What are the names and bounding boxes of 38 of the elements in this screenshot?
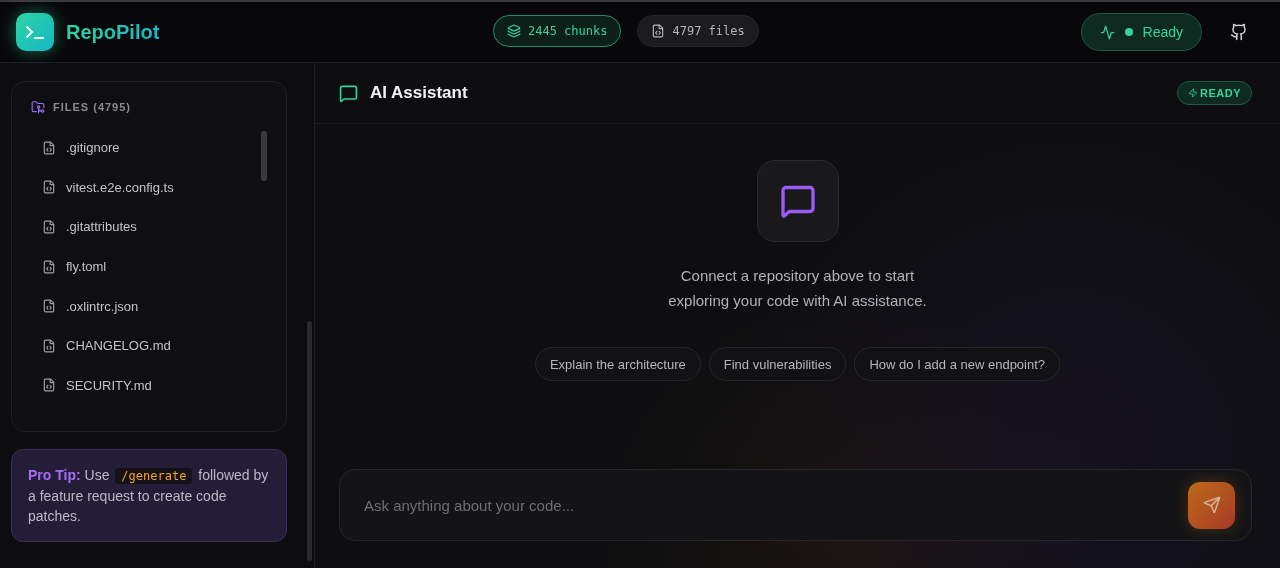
send-icon — [1202, 496, 1221, 514]
file-code-icon — [651, 24, 666, 38]
send-button[interactable] — [1188, 481, 1235, 529]
chat-title: AI Assistant — [370, 83, 468, 103]
file-code-icon — [42, 378, 56, 393]
empty-message: Connect a repository above to start exploring your code with AI assistance. — [668, 266, 927, 311]
chat-icon — [339, 83, 358, 103]
activity-icon — [1099, 24, 1115, 40]
github-icon[interactable] — [1230, 23, 1248, 41]
file-name[interactable]: SECURITY.md — [66, 377, 152, 393]
files-count: 4797 files — [637, 15, 759, 47]
file-code-icon — [42, 299, 56, 314]
message-field[interactable]: Ask anything about your code... — [362, 495, 1188, 515]
file-name[interactable]: CHANGELOG.md — [66, 338, 171, 354]
file-name[interactable]: .gitignore — [66, 140, 120, 156]
chunks-count: 2445 chunks — [493, 15, 622, 47]
scrollbar-thumb[interactable] — [307, 321, 312, 561]
file-name[interactable]: .gitattributes — [66, 219, 137, 235]
suggestion-chip[interactable]: Explain the architecture — [534, 347, 701, 381]
file-code-icon — [42, 180, 56, 195]
suggestion-chip[interactable]: How do I add a new endpoint? — [854, 347, 1061, 381]
file-name[interactable]: fly.toml — [66, 259, 107, 275]
file-code-icon — [42, 140, 56, 155]
chat-icon — [779, 183, 816, 219]
files-title: FILES (4795) — [53, 101, 132, 113]
folder-icon — [31, 100, 45, 114]
file-code-icon — [42, 338, 56, 353]
ready-badge: READY — [1177, 81, 1252, 105]
suggestion-chip[interactable]: Find vulnerabilities — [708, 347, 847, 381]
file-code-icon — [42, 259, 56, 274]
file-code-icon — [42, 220, 56, 234]
pro-tip-text: Pro Tip: Use /generate followed by a feature request to create code patches. — [28, 466, 270, 526]
logo-icon — [16, 13, 54, 51]
layers-icon — [507, 24, 521, 38]
file-name[interactable]: vitest.e2e.config.ts — [66, 179, 174, 195]
status-label: Ready — [1142, 24, 1183, 40]
scrollbar-thumb[interactable] — [261, 131, 267, 181]
file-name[interactable]: .oxlintrc.json — [66, 298, 139, 314]
